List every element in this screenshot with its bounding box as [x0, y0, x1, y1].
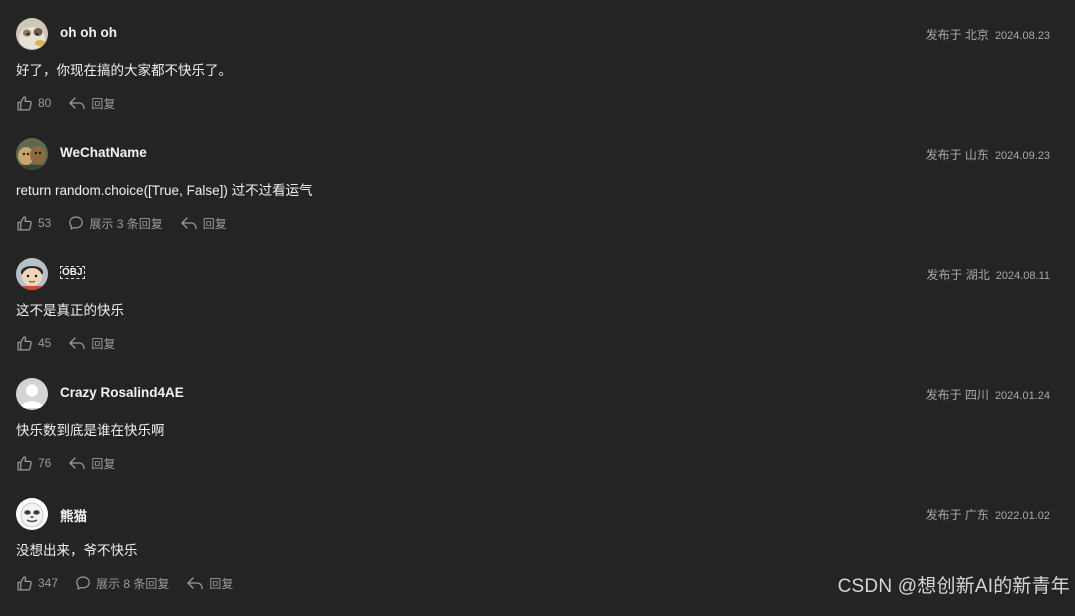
show-replies-label: 展示 8 条回复 [96, 576, 170, 591]
username[interactable]: WeChatName [60, 145, 147, 160]
thumbs-up-icon [16, 95, 33, 112]
reply-icon [68, 95, 86, 111]
comment-item: 熊猫 发布于 广东 2022.01.02 没想出来，爷不快乐 347 展示 8 条… [16, 496, 1050, 616]
reply-icon [68, 335, 86, 351]
username[interactable]: Crazy Rosalind4AE [60, 385, 184, 400]
post-date: 2024.01.24 [994, 390, 1050, 402]
post-location: 发布于 广东 [925, 508, 989, 522]
show-replies-label: 展示 3 条回复 [89, 216, 163, 231]
reply-label: 回复 [209, 576, 234, 591]
comment-text: 快乐数到底是谁在快乐啊 [16, 423, 165, 438]
comment-actions: 45 回复 [16, 333, 132, 353]
post-location: 发布于 山东 [925, 148, 989, 162]
thumbs-up-icon [16, 575, 33, 592]
post-meta: 发布于 广东 2022.01.02 [926, 506, 1050, 523]
like-count: 45 [38, 336, 52, 350]
comment-item: OBJ 发布于 湖北 2024.08.11 这不是真正的快乐 45 回复 [16, 256, 1050, 376]
reply-button[interactable]: 回复 [68, 455, 115, 472]
panda-meme-avatar [16, 498, 48, 530]
reply-button[interactable]: 回复 [68, 95, 115, 112]
watermark: CSDN @想创新AI的新青年 [837, 576, 1070, 597]
avatar[interactable] [16, 258, 48, 290]
reply-label: 回复 [91, 336, 116, 351]
comment-item: WeChatName 发布于 山东 2024.09.23 return rando… [16, 136, 1050, 256]
post-location: 发布于 湖北 [926, 268, 990, 282]
like-button[interactable]: 53 [16, 215, 51, 232]
post-meta: 发布于 湖北 2024.08.11 [926, 266, 1050, 283]
thumbs-up-icon [16, 455, 33, 472]
username[interactable]: oh oh oh [60, 25, 117, 40]
reply-icon [180, 215, 198, 231]
like-button[interactable]: 45 [16, 335, 51, 352]
post-meta: 发布于 四川 2024.01.24 [926, 386, 1050, 403]
post-meta: 发布于 北京 2024.08.23 [926, 26, 1050, 43]
comment-actions: 80 回复 [16, 93, 132, 113]
cartoon-avatar [16, 258, 48, 290]
post-location: 发布于 北京 [925, 28, 989, 42]
reply-button[interactable]: 回复 [180, 215, 227, 232]
reply-button[interactable]: 回复 [68, 335, 115, 352]
thumbs-up-icon [16, 335, 33, 352]
comment-bubble-icon [68, 215, 84, 231]
avatar[interactable] [16, 138, 48, 170]
show-replies-button[interactable]: 展示 8 条回复 [75, 575, 169, 592]
comment-item: oh oh oh 发布于 北京 2024.08.23 好了，你现在搞的大家都不快乐… [16, 16, 1050, 136]
comment-actions: 53 展示 3 条回复 回复 [16, 213, 244, 233]
reply-icon [186, 575, 204, 591]
username[interactable]: OBJ [60, 266, 85, 279]
default-user-avatar [16, 378, 48, 410]
comment-bubble-icon [75, 575, 91, 591]
show-replies-button[interactable]: 展示 3 条回复 [68, 215, 163, 232]
like-button[interactable]: 80 [16, 95, 51, 112]
reply-label: 回复 [91, 456, 116, 471]
comment-actions: 347 展示 8 条回复 回复 [16, 573, 250, 593]
like-button[interactable]: 76 [16, 455, 51, 472]
thumbs-up-icon [16, 215, 33, 232]
post-date: 2024.09.23 [994, 150, 1050, 162]
comment-text: 没想出来，爷不快乐 [16, 543, 138, 558]
avatar[interactable] [16, 378, 48, 410]
comment-item: Crazy Rosalind4AE 发布于 四川 2024.01.24 快乐数到底… [16, 376, 1050, 496]
reply-button[interactable]: 回复 [186, 575, 233, 592]
like-count: 53 [38, 216, 52, 230]
reply-label: 回复 [202, 216, 227, 231]
post-date: 2024.08.11 [995, 270, 1050, 282]
username[interactable]: 熊猫 [60, 505, 87, 525]
comment-text: 这不是真正的快乐 [16, 303, 124, 318]
avatar[interactable] [16, 498, 48, 530]
avatar[interactable] [16, 18, 48, 50]
like-count: 76 [38, 456, 52, 470]
post-meta: 发布于 山东 2024.09.23 [926, 146, 1050, 163]
comment-text: return random.choice([True, False]) 过不过看… [16, 183, 313, 198]
post-date: 2022.01.02 [994, 510, 1050, 522]
post-location: 发布于 四川 [925, 388, 989, 402]
post-date: 2024.08.23 [994, 30, 1050, 42]
comment-text: 好了，你现在搞的大家都不快乐了。 [16, 63, 232, 78]
comment-actions: 76 回复 [16, 453, 132, 473]
like-count: 347 [38, 576, 59, 590]
cat-photo-avatar [16, 18, 48, 50]
dogs-photo-avatar [16, 138, 48, 170]
like-count: 80 [38, 96, 52, 110]
reply-icon [68, 455, 86, 471]
reply-label: 回复 [91, 96, 116, 111]
like-button[interactable]: 347 [16, 575, 58, 592]
